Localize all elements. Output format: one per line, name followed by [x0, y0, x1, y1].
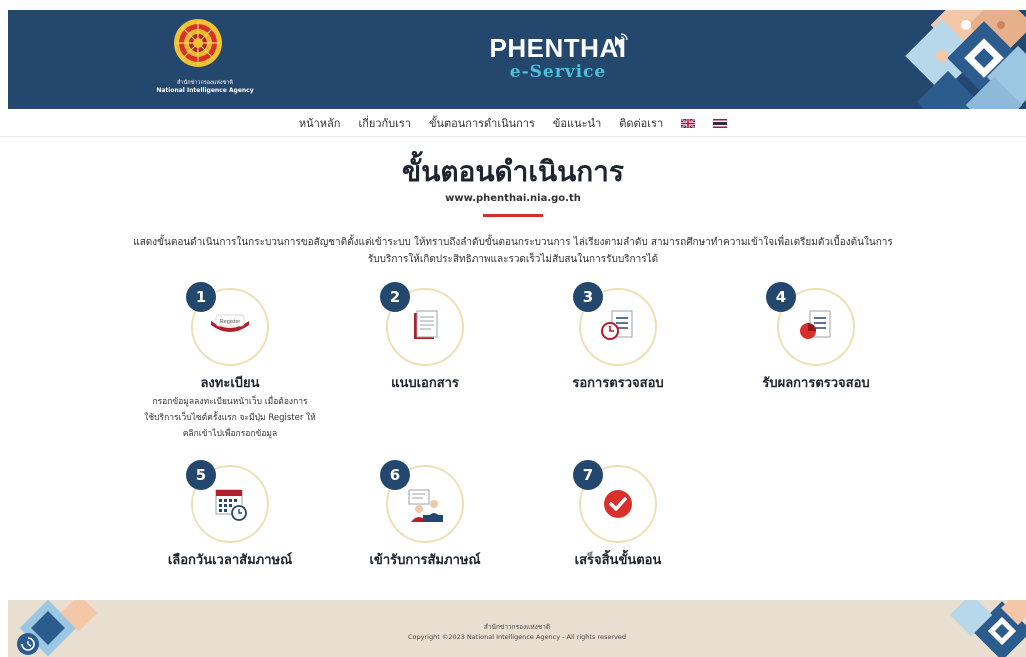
agency-name-en: National Intelligence Agency	[156, 87, 254, 94]
document-clock-icon	[601, 310, 633, 340]
nav-item-guidance[interactable]: ข้อแนะนำ	[553, 114, 601, 132]
cursor-click-icon	[615, 33, 628, 48]
step-label: เลือกวันเวลาสัมภาษณ์	[167, 553, 293, 568]
thai-pattern-decoration	[905, 10, 1026, 109]
step-label: ลงทะเบียน	[200, 376, 260, 391]
agency-name-th: สำนักข่าวกรองแห่งชาติ	[177, 80, 233, 86]
page-title: ขั้นตอนดำเนินการ	[402, 155, 624, 188]
calendar-clock-icon	[215, 489, 247, 521]
main-nav: หน้าหลัก เกี่ยวกับเรา ขั้นตอนการดำเนินกา…	[0, 112, 1026, 134]
brand-subtitle: e-Service	[509, 62, 607, 82]
step-label: รับผลการตรวจสอบ	[762, 376, 870, 391]
check-circle-icon	[604, 490, 632, 518]
nav-item-about[interactable]: เกี่ยวกับเรา	[358, 114, 411, 132]
nav-item-procedures[interactable]: ขั้นตอนการดำเนินการ	[429, 114, 535, 132]
step-number-badge: 4	[766, 282, 796, 312]
register-button-icon: Register	[211, 314, 249, 332]
thai-flag-icon	[713, 119, 728, 128]
interview-icon	[408, 489, 443, 522]
intro-text: แสดงขั้นตอนดำเนินการในกระบวนการขอสัญชาติ…	[133, 237, 893, 265]
site-header: สำนักข่าวกรองแห่งชาติ National Intellige…	[8, 10, 1026, 109]
step-description-line: กรอกข้อมูลลงทะเบียนหน้าเว็บ เมื่อต้องการ	[152, 397, 308, 407]
site-footer: สำนักข่าวกรองแห่งชาติ Copyright ©2023 Na…	[8, 600, 1026, 657]
site-url: www.phenthai.nia.go.th	[445, 193, 581, 204]
document-result-icon	[800, 310, 831, 339]
language-thai[interactable]	[713, 117, 728, 130]
step-label: รอการตรวจสอบ	[572, 376, 664, 391]
english-flag-icon	[681, 119, 696, 128]
footer-agency-name: สำนักข่าวกรองแห่งชาติ	[483, 623, 551, 631]
step-description-line: คลิกเข้าไปเพื่อกรอกข้อมูล	[182, 429, 278, 439]
document-icon	[414, 310, 438, 339]
footer-copyright: Copyright ©2023 National Intelligence Ag…	[408, 633, 626, 641]
nav-item-contact[interactable]: ติดต่อเรา	[619, 114, 663, 132]
step-description-line: ใช้บริการเว็บไซต์ครั้งแรก จะมีปุ่ม Regis…	[144, 413, 316, 423]
title-underline	[483, 214, 543, 217]
step-description: กรอกข้อมูลลงทะเบียนหน้าเว็บ เมื่อต้องการ…	[140, 394, 320, 442]
nav-divider	[0, 136, 1026, 137]
agency-logo[interactable]: สำนักข่าวกรองแห่งชาติ National Intellige…	[145, 18, 265, 102]
register-icon-text: Register	[220, 319, 241, 325]
step-label: แนบเอกสาร	[391, 376, 459, 391]
language-english[interactable]	[681, 117, 696, 130]
step-label: เสร็จสิ้นขั้นตอน	[574, 553, 662, 568]
nav-item-home[interactable]: หน้าหลัก	[299, 114, 341, 132]
brand-logo[interactable]: PHENTHAI e-Service	[478, 33, 638, 82]
agency-seal-icon	[174, 19, 222, 67]
footer-pattern-right	[949, 600, 1026, 657]
step-label: เข้ารับการสัมภาษณ์	[369, 553, 481, 568]
